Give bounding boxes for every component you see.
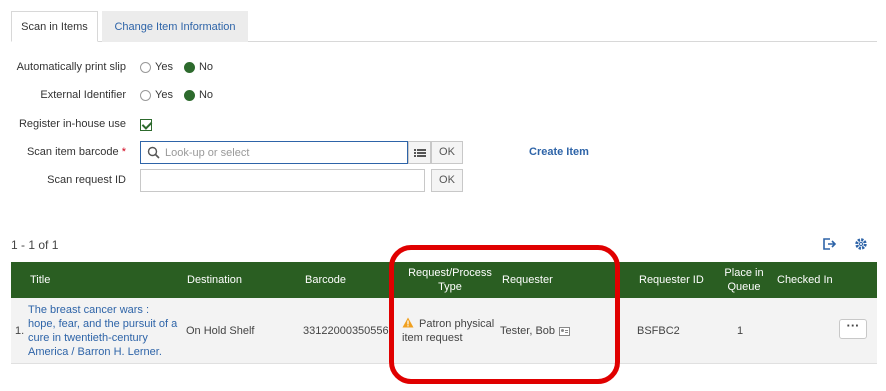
required-mark: * [121,146,126,158]
list-select-button[interactable] [408,141,431,164]
table-header: Title Destination Barcode Request/Proces… [11,262,877,298]
row-actions-button[interactable]: ··· [839,319,867,339]
radio-yes[interactable] [140,89,151,101]
barcode-input[interactable] [162,142,407,163]
external-id-label: External Identifier [40,89,126,101]
auto-print-row: Automatically print slip Yes No [0,56,886,80]
auto-print-radio-group: Yes No [140,61,224,73]
inhouse-row: Register in-house use [0,113,886,137]
auto-print-label: Automatically print slip [16,61,126,73]
radio-no-selected[interactable] [183,89,195,101]
tab-change-item-information[interactable]: Change Item Information [102,11,248,42]
gear-icon[interactable] [853,236,869,252]
tab-bar: Scan in Items Change Item Information [11,11,877,42]
auto-print-no-option[interactable]: No [183,61,214,73]
request-id-ok-button[interactable]: OK [431,169,463,192]
external-id-yes-option[interactable]: Yes [140,89,173,101]
radio-yes-label: Yes [155,61,173,73]
id-card-icon[interactable] [559,326,571,336]
export-icon[interactable] [821,236,837,252]
external-id-radio-group: Yes No [140,89,224,101]
warning-icon [402,317,414,328]
external-id-row: External Identifier Yes No [0,84,886,108]
col-place-in-queue[interactable]: Place in Queue [720,262,768,298]
col-title[interactable]: Title [30,262,180,298]
tab-scan-in-items[interactable]: Scan in Items [11,11,98,42]
col-requester-id[interactable]: Requester ID [639,262,719,298]
results-count: 1 - 1 of 1 [11,238,59,252]
table-row: 1. The breast cancer wars : hope, fear, … [11,298,877,364]
barcode-ok-button[interactable]: OK [431,141,463,164]
results-table: Title Destination Barcode Request/Proces… [11,262,877,364]
list-icon [413,148,426,157]
radio-no-selected[interactable] [183,61,195,73]
radio-yes-label: Yes [155,89,173,101]
radio-no-label: No [198,89,214,101]
row-index: 1. [15,325,25,337]
auto-print-yes-option[interactable]: Yes [140,61,173,73]
col-request-type[interactable]: Request/Process Type [403,262,497,298]
requester-name: Tester, Bob [500,325,556,337]
radio-yes[interactable] [140,61,151,73]
title-cell: The breast cancer wars : hope, fear, and… [28,298,178,364]
inhouse-checkbox[interactable] [140,119,152,131]
barcode-row: Scan item barcode * OK Create Item [0,141,886,165]
request-id-label: Scan request ID [47,174,126,186]
col-barcode[interactable]: Barcode [305,262,385,298]
request-id-input[interactable] [140,169,425,192]
requester-cell: Tester, Bob [500,298,610,364]
requester-id-cell: BSFBC2 [637,325,680,337]
create-item-link[interactable]: Create Item [529,146,589,158]
barcode-cell: 33122000350556 [303,325,389,337]
request-type-cell: Patron physical item request [402,298,497,364]
col-requester[interactable]: Requester [502,262,582,298]
request-id-row: Scan request ID OK [0,169,886,193]
place-in-queue-cell: 1 [736,325,744,337]
title-link[interactable]: The breast cancer wars : hope, fear, and… [28,303,178,359]
col-checked-in[interactable]: Checked In [777,262,839,298]
external-id-no-option[interactable]: No [183,89,214,101]
search-icon [146,145,162,161]
barcode-label: Scan item barcode * [27,146,126,158]
inhouse-label: Register in-house use [18,118,126,130]
barcode-label-text: Scan item barcode [26,146,119,158]
radio-no-label: No [198,61,214,73]
barcode-input-wrapper [140,141,408,164]
destination-cell: On Hold Shelf [186,325,255,337]
request-type-text: Patron physical item request [402,318,495,344]
checked-in-cell [777,298,837,364]
col-destination[interactable]: Destination [187,262,287,298]
